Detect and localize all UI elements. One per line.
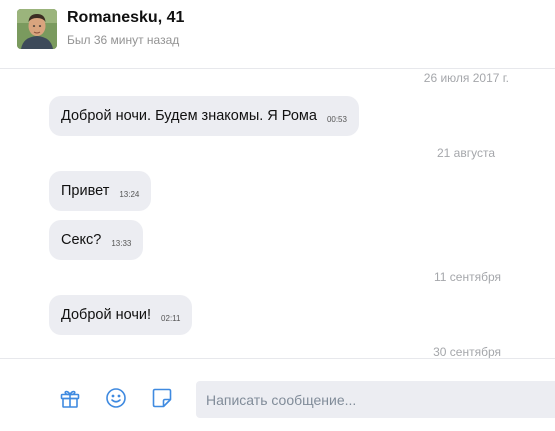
message-bubble[interactable]: Привет 13:24 <box>49 171 152 211</box>
message-text: Привет <box>61 183 110 199</box>
message-bubble[interactable]: Доброй ночи! 02:11 <box>49 295 193 335</box>
contact-name[interactable]: Romanesku, 41 <box>67 9 184 27</box>
chat-header: Romanesku, 41 Был 36 минут назад <box>0 0 555 69</box>
message-bubble[interactable]: Секс? 13:33 <box>49 220 144 260</box>
date-separator: 26 июля 2017 г. <box>423 71 509 85</box>
message-composer <box>0 358 555 431</box>
last-seen-status: Был 36 минут назад <box>67 33 180 47</box>
message-time: 13:33 <box>111 239 132 248</box>
date-separator: 11 сентября <box>434 270 501 284</box>
chat-window: Romanesku, 41 Был 36 минут назад 26 июля… <box>0 0 555 431</box>
smile-icon[interactable] <box>104 386 128 410</box>
avatar[interactable] <box>17 9 57 49</box>
sticker-icon[interactable] <box>150 386 174 410</box>
message-time: 13:24 <box>119 190 140 199</box>
message-input[interactable] <box>196 381 555 418</box>
message-time: 02:11 <box>161 314 181 323</box>
message-text: Доброй ночи. Будем знакомы. Я Рома <box>61 108 317 124</box>
message-text: Секс? <box>61 232 102 248</box>
date-separator: 30 сентября <box>433 345 501 358</box>
message-bubble[interactable]: Доброй ночи. Будем знакомы. Я Рома 00:53 <box>49 96 359 136</box>
gift-icon[interactable] <box>58 386 82 410</box>
avatar-photo <box>17 9 57 49</box>
message-time: 00:53 <box>326 115 347 124</box>
message-text: Доброй ночи! <box>61 307 152 323</box>
date-separator: 21 августа <box>436 146 495 160</box>
message-history[interactable]: 26 июля 2017 г. Доброй ночи. Будем знако… <box>0 69 555 358</box>
